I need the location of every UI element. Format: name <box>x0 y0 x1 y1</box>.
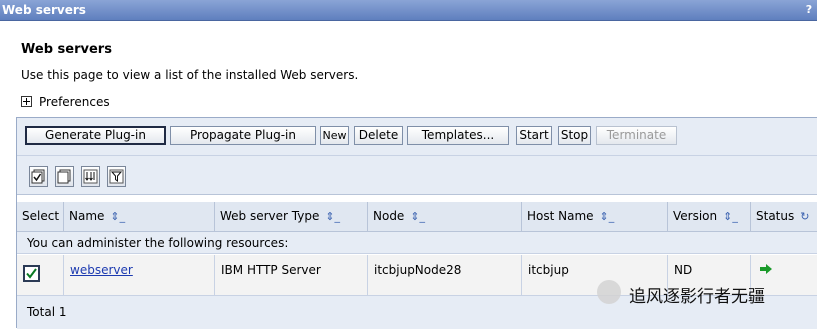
webserver-link[interactable]: webserver <box>70 263 133 277</box>
col-host[interactable]: Host Name ⇕_ <box>522 202 668 231</box>
col-host-label[interactable]: Host Name <box>527 209 594 223</box>
col-type-label[interactable]: Web server Type <box>220 209 319 223</box>
col-type[interactable]: Web server Type ⇕_ <box>215 202 368 231</box>
preferences-toggle[interactable]: Preferences <box>21 95 110 109</box>
col-name-label[interactable]: Name <box>69 209 104 223</box>
table-header: Select Name ⇕_ Web server Type ⇕_ Node ⇕_ H… <box>17 202 817 232</box>
col-node-label[interactable]: Node <box>373 209 404 223</box>
page-title: Web servers <box>21 42 112 57</box>
name-cell: webserver <box>64 255 215 295</box>
templates-button[interactable]: Templates... <box>407 126 509 145</box>
button-bar: Generate Plug-in Propagate Plug-in New D… <box>17 118 817 156</box>
col-name[interactable]: Name ⇕_ <box>64 202 215 231</box>
preferences-label[interactable]: Preferences <box>39 95 110 109</box>
node-cell: itcbjupNode28 <box>368 255 522 295</box>
sort-icon[interactable]: ⇕_ <box>325 202 340 231</box>
col-status[interactable]: Status ↻ <box>751 202 817 231</box>
deselect-all-icon[interactable] <box>55 166 74 187</box>
type-cell: IBM HTTP Server <box>215 255 368 295</box>
col-version-label[interactable]: Version <box>673 209 717 223</box>
sort-icon[interactable]: ⇕_ <box>723 202 738 231</box>
sort-icon[interactable]: ⇕_ <box>600 202 615 231</box>
watermark-text: 追风逐影行者无疆 <box>629 287 765 307</box>
delete-button[interactable]: Delete <box>354 126 403 145</box>
new-button[interactable]: New <box>320 126 349 145</box>
propagate-plugin-button[interactable]: Propagate Plug-in <box>170 126 316 145</box>
generate-plugin-button[interactable]: Generate Plug-in <box>25 126 166 145</box>
clear-filter-icon[interactable] <box>107 166 126 187</box>
show-filter-icon[interactable] <box>81 166 100 187</box>
status-started-icon <box>760 264 772 274</box>
page-description: Use this page to view a list of the inst… <box>21 68 359 82</box>
start-button[interactable]: Start <box>516 126 552 145</box>
window-title: Web servers <box>2 3 86 17</box>
select-cell <box>17 255 64 295</box>
col-version[interactable]: Version ⇕_ <box>668 202 751 231</box>
col-node[interactable]: Node ⇕_ <box>368 202 522 231</box>
help-icon[interactable]: ? <box>804 3 814 16</box>
col-status-label[interactable]: Status <box>756 209 794 223</box>
select-all-icon[interactable] <box>29 166 48 187</box>
sort-icon[interactable]: ⇕_ <box>110 202 125 231</box>
window-titlebar: Web servers ? <box>0 0 817 21</box>
refresh-icon[interactable]: ↻ <box>800 202 809 231</box>
row-checkbox[interactable] <box>23 265 40 282</box>
sort-icon[interactable]: ⇕_ <box>410 202 425 231</box>
wechat-icon <box>597 280 621 304</box>
resource-caption: You can administer the following resourc… <box>17 232 817 254</box>
terminate-button[interactable]: Terminate <box>596 126 677 145</box>
stop-button[interactable]: Stop <box>558 126 591 145</box>
col-select: Select <box>17 202 64 231</box>
expand-icon[interactable] <box>21 96 32 107</box>
icon-toolbar <box>17 156 817 195</box>
